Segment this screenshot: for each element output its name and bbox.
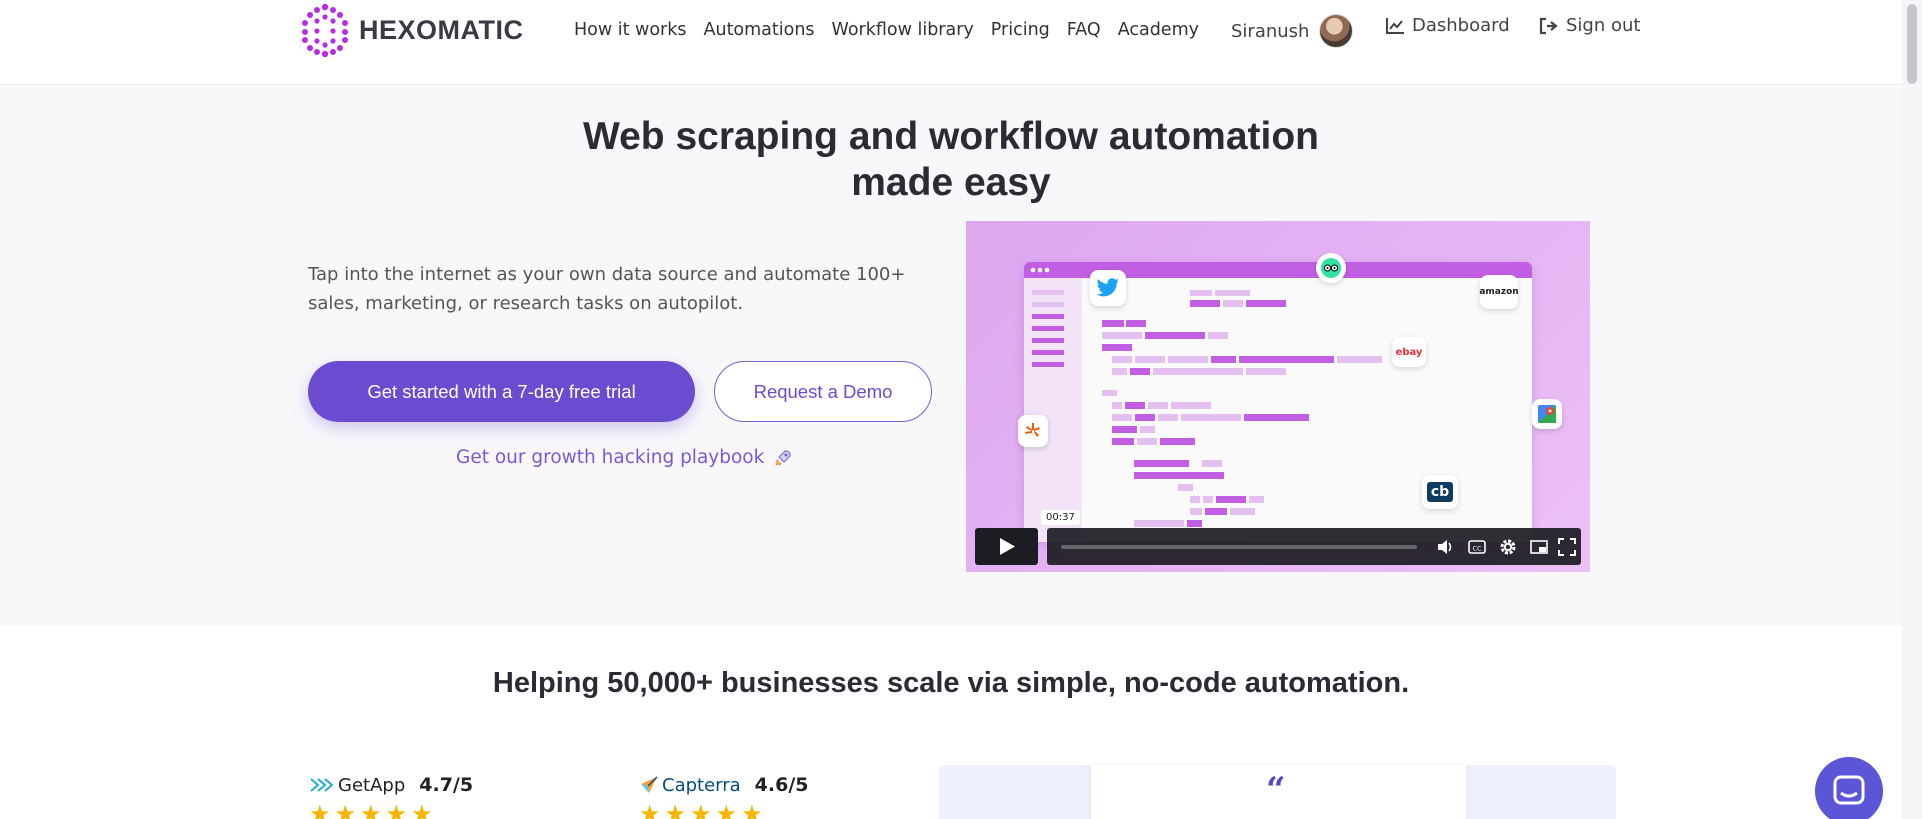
fullscreen-icon[interactable] — [1557, 537, 1577, 557]
chat-launcher-button[interactable] — [1815, 757, 1883, 819]
star-icon: ★ — [385, 800, 408, 819]
quote-icon: “ — [1266, 770, 1286, 810]
twitter-icon — [1090, 270, 1126, 306]
capterra-score: 4.6/5 — [754, 774, 809, 796]
capterra-name: Capterra — [662, 774, 741, 796]
star-icon: ★ — [411, 800, 433, 819]
rocket-icon — [775, 449, 791, 466]
window-sidebar — [1024, 278, 1082, 542]
star-icon: ★ — [639, 800, 661, 819]
signout-link[interactable]: Sign out — [1539, 15, 1640, 36]
star-icon: ★ — [334, 800, 357, 819]
play-icon — [1000, 538, 1015, 555]
video-progress-bar[interactable] — [1061, 545, 1417, 549]
sign-out-icon — [1539, 17, 1558, 34]
video-control-bar: 00:37 CC — [1041, 510, 1581, 565]
google-maps-icon — [1532, 399, 1562, 429]
picture-in-picture-icon[interactable] — [1529, 537, 1549, 557]
crunchbase-icon: cb — [1422, 475, 1458, 509]
hero-title: Web scraping and workflow automation mad… — [0, 114, 1902, 206]
capterra-stars: ★ ★ ★ ★ ★ — [639, 800, 763, 819]
signout-label: Sign out — [1566, 15, 1641, 36]
crunchbase-label: cb — [1426, 482, 1454, 502]
capterra-icon — [641, 776, 658, 793]
volume-icon[interactable] — [1435, 537, 1455, 557]
free-trial-button[interactable]: Get started with a 7-day free trial — [308, 361, 695, 422]
video-controls: 00:37 CC — [975, 510, 1581, 565]
nav-how-it-works[interactable]: How it works — [574, 20, 687, 40]
star-icon: ★ — [741, 800, 763, 819]
scrollbar-thumb[interactable] — [1907, 4, 1917, 84]
main-nav: How it works Automations Workflow librar… — [574, 20, 1199, 40]
getapp-stars: ★ ★ ★ ★ ★ — [309, 800, 433, 819]
ebay-icon: ebay — [1392, 337, 1426, 367]
chart-line-icon — [1386, 17, 1404, 34]
nav-automations[interactable]: Automations — [704, 20, 815, 40]
star-icon: ★ — [309, 800, 331, 819]
avatar — [1319, 14, 1354, 48]
logo-text: HEXOMATIC — [359, 14, 524, 45]
dashboard-link[interactable]: Dashboard — [1385, 15, 1510, 36]
nav-pricing[interactable]: Pricing — [991, 20, 1050, 40]
product-video[interactable]: amazon ebay cb 00:37 CC — [966, 221, 1590, 572]
getapp-name: GetApp — [338, 774, 406, 796]
top-header: HEXOMATIC How it works Automations Workf… — [0, 0, 1902, 85]
tripadvisor-icon — [1316, 253, 1346, 283]
star-icon: ★ — [715, 800, 738, 819]
logo[interactable]: HEXOMATIC — [299, 3, 524, 57]
playbook-link[interactable]: Get our growth hacking playbook — [456, 447, 792, 468]
hero-subtitle-line-1: Tap into the internet as your own data s… — [308, 264, 906, 285]
settings-gear-icon[interactable] — [1498, 537, 1518, 557]
hero-title-line-2: made easy — [851, 161, 1051, 204]
chat-icon — [1833, 775, 1865, 805]
video-time-tooltip: 00:37 — [1041, 510, 1080, 525]
playbook-label: Get our growth hacking playbook — [456, 447, 765, 468]
play-button[interactable] — [975, 528, 1038, 565]
page-scrollbar[interactable] — [1902, 0, 1922, 819]
dashboard-label: Dashboard — [1412, 15, 1510, 36]
nav-academy[interactable]: Academy — [1118, 20, 1199, 40]
captions-icon[interactable]: CC — [1467, 537, 1487, 557]
user-name: Siranush — [1231, 20, 1310, 42]
getapp-rating: GetApp 4.7/5 — [310, 774, 473, 796]
star-icon: ★ — [360, 800, 382, 819]
hexomatic-logo-icon — [302, 3, 348, 57]
nav-workflow-library[interactable]: Workflow library — [832, 20, 974, 40]
hero-title-line-1: Web scraping and workflow automation — [582, 115, 1319, 158]
star-icon: ★ — [690, 800, 712, 819]
user-menu[interactable]: Siranush — [1231, 14, 1354, 48]
capterra-logo: Capterra — [640, 775, 741, 796]
star-icon: ★ — [664, 800, 687, 819]
svg-text:CC: CC — [1472, 545, 1482, 553]
getapp-score: 4.7/5 — [419, 774, 474, 796]
request-demo-button[interactable]: Request a Demo — [714, 361, 932, 422]
nav-faq[interactable]: FAQ — [1067, 20, 1101, 40]
amazon-icon: amazon — [1479, 275, 1519, 309]
getapp-logo: GetApp — [310, 775, 405, 796]
hero-section: Web scraping and workflow automation mad… — [0, 86, 1902, 626]
capterra-rating: Capterra 4.6/5 — [640, 774, 809, 796]
hero-subtitle: Tap into the internet as your own data s… — [308, 260, 928, 318]
yelp-icon — [1018, 415, 1048, 447]
social-proof-heading: Helping 50,000+ businesses scale via sim… — [492, 667, 1410, 699]
getapp-icon — [310, 778, 334, 792]
hero-subtitle-line-2: sales, marketing, or research tasks on a… — [308, 293, 744, 314]
